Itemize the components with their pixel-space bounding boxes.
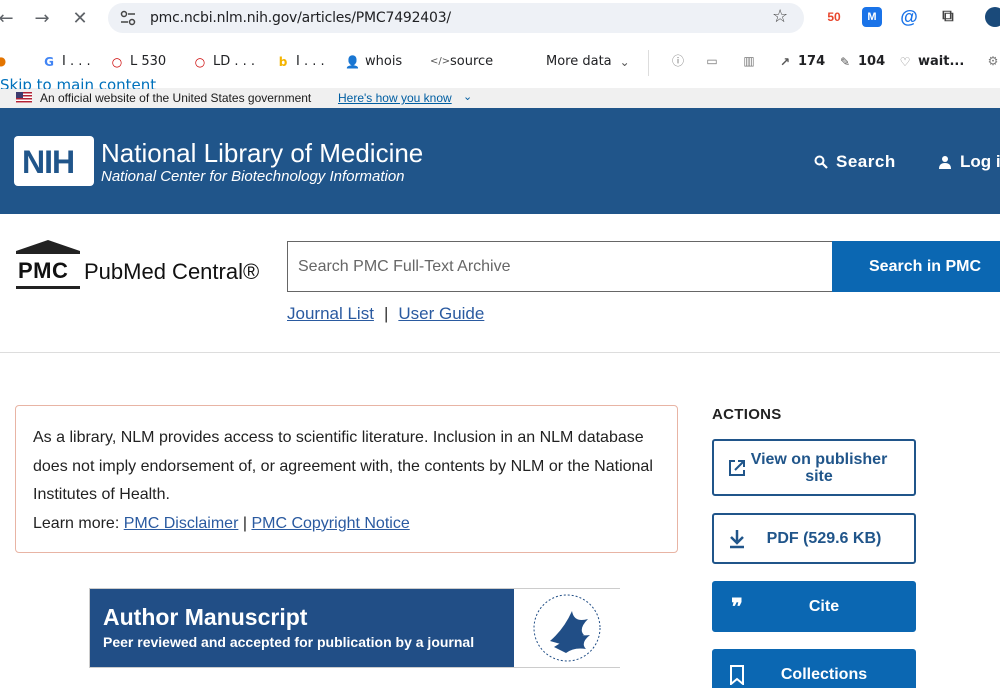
- nlm-title[interactable]: National Library of Medicine: [101, 138, 423, 169]
- pmc-logo[interactable]: PMC PubMed Central®: [16, 240, 276, 294]
- hhs-seal: [514, 589, 620, 667]
- bookmark-chart[interactable]: ▥: [742, 54, 756, 68]
- gear-icon: ⚙: [987, 54, 999, 68]
- header-search-button[interactable]: Search: [814, 152, 896, 172]
- edit-icon: ✎: [839, 54, 851, 69]
- browser-toolbar: ← → ✕ pmc.ncbi.nlm.nih.gov/articles/PMC7…: [0, 0, 1000, 36]
- bookmark-item[interactable]: 👤 whois: [345, 54, 402, 69]
- extension-50-icon[interactable]: 50: [824, 7, 844, 27]
- quote-icon: ❞: [731, 593, 743, 620]
- info-icon: ⓘ: [671, 54, 684, 68]
- bookmark-item[interactable]: ○ L 530: [110, 54, 166, 69]
- pmc-logo-mark: PMC: [18, 258, 69, 283]
- bookmark-icon: [726, 664, 748, 686]
- bookmark-settings[interactable]: ⚙: [986, 54, 1000, 68]
- address-bar[interactable]: pmc.ncbi.nlm.nih.gov/articles/PMC7492403…: [108, 3, 804, 33]
- pmc-logo-roof: [16, 240, 80, 251]
- download-icon: [726, 528, 748, 550]
- chevron-down-icon: ⌄: [619, 54, 630, 69]
- site-info-icon[interactable]: [120, 10, 136, 26]
- learn-more-label: Learn more:: [33, 514, 120, 532]
- bookmark-item[interactable]: GI . . .: [42, 54, 91, 69]
- bookmark-folder-more-data[interactable]: More data ⌄: [546, 54, 632, 69]
- bookmark-screen[interactable]: ▭: [705, 54, 719, 68]
- monitor-icon: ▭: [706, 54, 718, 68]
- extensions-puzzle-icon[interactable]: ⧉: [938, 7, 958, 27]
- stop-loading-icon[interactable]: ✕: [68, 6, 92, 30]
- header-login-button[interactable]: Log in: [938, 152, 1000, 172]
- nih-logo-text: NIH: [22, 144, 75, 180]
- nlm-disclaimer-box: As a library, NLM provides access to sci…: [15, 405, 678, 553]
- heres-how-you-know-link[interactable]: Here's how you know: [338, 91, 452, 105]
- gov-banner-text: An official website of the United States…: [40, 91, 312, 105]
- circle-icon: ○: [194, 54, 206, 69]
- search-icon: [814, 155, 828, 169]
- external-link-icon: [726, 457, 748, 479]
- url-text: pmc.ncbi.nlm.nih.gov/articles/PMC7492403…: [150, 10, 451, 26]
- bookmark-info[interactable]: ⓘ: [671, 54, 685, 68]
- pmc-logo-roof-bar: [16, 251, 80, 254]
- bookmark-item[interactable]: </> source: [430, 54, 493, 69]
- extension-at-icon[interactable]: @: [899, 7, 919, 27]
- circle-icon: ○: [111, 54, 123, 69]
- bookmarks-divider: [648, 50, 649, 76]
- bookmark-item[interactable]: bI . . .: [276, 54, 325, 69]
- profile-avatar[interactable]: [985, 7, 1000, 27]
- pmc-logo-base: [16, 286, 80, 289]
- code-icon: </>: [430, 55, 451, 67]
- author-manuscript-title: Author Manuscript: [103, 604, 308, 630]
- person-icon: 👤: [345, 54, 360, 69]
- bookmark-item[interactable]: ○ LD . . .: [193, 54, 255, 69]
- user-icon: [939, 156, 951, 169]
- forward-icon[interactable]: →: [30, 6, 54, 30]
- bookmark-partial[interactable]: ●: [0, 54, 8, 68]
- gov-banner: An official website of the United States…: [0, 88, 1000, 108]
- journal-list-link[interactable]: Journal List: [287, 304, 374, 324]
- collections-button[interactable]: Collections: [712, 649, 916, 688]
- search-in-pmc-button[interactable]: Search in PMC: [832, 241, 1000, 292]
- user-guide-link[interactable]: User Guide: [398, 304, 484, 324]
- google-icon: G: [44, 54, 54, 69]
- author-manuscript-subtitle: Peer reviewed and accepted for publicati…: [103, 634, 475, 650]
- hhs-eagle-icon: [533, 594, 601, 662]
- link-separator: |: [383, 304, 389, 323]
- extension-mail-icon[interactable]: M: [862, 7, 882, 27]
- nih-header: NIH National Library of Medicine Nationa…: [0, 108, 1000, 214]
- pdf-download-button[interactable]: PDF (529.6 KB): [712, 513, 916, 564]
- pmc-logo-name: PubMed Central®: [84, 259, 260, 284]
- view-on-publisher-site-button[interactable]: View on publisher site: [712, 439, 916, 496]
- chevron-down-icon[interactable]: ⌄: [463, 90, 472, 103]
- link-separator: |: [242, 514, 247, 532]
- pmc-search-input[interactable]: [287, 241, 832, 292]
- bookmark-item[interactable]: ↗ 174: [778, 54, 825, 69]
- heart-icon: ♡: [899, 54, 911, 69]
- nih-logo-arrow: [72, 136, 94, 186]
- author-manuscript-banner: Author Manuscript Peer reviewed and acce…: [89, 588, 620, 668]
- bookmark-item[interactable]: ✎ 104: [838, 54, 885, 69]
- actions-heading: ACTIONS: [712, 406, 782, 423]
- section-divider: [0, 352, 1000, 353]
- us-flag-icon: [16, 92, 32, 103]
- pmc-sub-links: Journal List | User Guide: [287, 304, 484, 324]
- bookmark-item[interactable]: ♡ wait...: [898, 54, 965, 69]
- bookmark-star-icon[interactable]: ☆: [772, 6, 788, 27]
- external-icon: ↗: [779, 54, 791, 69]
- skip-to-main-content-link[interactable]: Skip to main content: [0, 77, 156, 89]
- disclaimer-text: As a library, NLM provides access to sci…: [33, 429, 653, 503]
- cite-button[interactable]: ❞ Cite: [712, 581, 916, 632]
- pmc-copyright-notice-link[interactable]: PMC Copyright Notice: [251, 515, 409, 532]
- bing-icon: b: [278, 54, 288, 69]
- ncbi-subtitle: National Center for Biotechnology Inform…: [101, 168, 405, 185]
- bookmark-favicon-icon: ●: [0, 54, 7, 68]
- pmc-disclaimer-link[interactable]: PMC Disclaimer: [124, 515, 239, 532]
- chart-icon: ▥: [743, 54, 755, 68]
- back-icon[interactable]: ←: [0, 6, 18, 30]
